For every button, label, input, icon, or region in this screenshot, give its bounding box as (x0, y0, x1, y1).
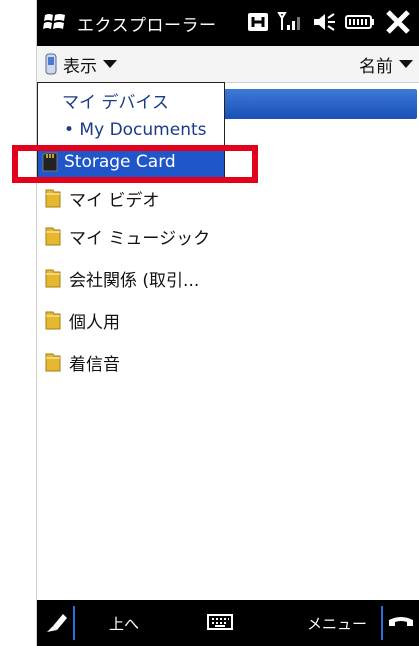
list-item[interactable]: 個人用 (37, 300, 419, 340)
dropdown-item-my-documents[interactable]: • My Documents (38, 115, 224, 145)
app-title: エクスプローラー (77, 16, 217, 36)
dropdown-item-my-device[interactable]: マイ デバイス (38, 85, 224, 115)
list-item[interactable]: 着信音 (37, 342, 419, 382)
chevron-down-icon (399, 60, 413, 68)
view-menu-label: 表示 (63, 56, 97, 77)
list-item[interactable]: マイ ビデオ (37, 178, 419, 218)
windows-logo-icon[interactable] (43, 11, 67, 33)
divider (381, 606, 383, 640)
list-item[interactable]: マイ ミュージック (37, 216, 419, 256)
view-menu-button[interactable]: 表示 (45, 50, 117, 78)
h-icon (248, 13, 268, 31)
dropdown-item-label: • My Documents (64, 120, 207, 140)
dropdown-item-label: マイ デバイス (62, 92, 169, 113)
sort-menu-button[interactable]: 名前 (359, 50, 413, 78)
title-bar: エクスプローラー (37, 0, 419, 46)
speaker-icon (314, 13, 335, 31)
selected-row-highlight (207, 89, 417, 119)
close-icon[interactable] (383, 10, 413, 34)
phone-screen: エクスプローラー 表示 名前 マイ ビデオ マイ ミュージック 会社関係 (取引… (37, 0, 419, 646)
divider (73, 606, 75, 640)
view-bar: 表示 名前 (37, 46, 419, 83)
folder-icon (45, 311, 61, 330)
battery-icon (345, 15, 374, 29)
list-item[interactable]: 会社関係 (取引... (37, 258, 419, 298)
folder-icon (45, 189, 61, 208)
list-item-label: 会社関係 (取引... (69, 270, 200, 291)
pen-icon[interactable] (43, 610, 69, 636)
folder-icon (45, 269, 61, 288)
phone-icon (45, 53, 57, 75)
folder-icon (45, 227, 61, 246)
softkey-menu-button[interactable]: メニュー (307, 613, 367, 634)
phone-hangup-icon[interactable] (387, 614, 415, 632)
sort-menu-label: 名前 (359, 56, 393, 77)
list-item-label: マイ ミュージック (69, 228, 211, 249)
red-highlight-box (12, 145, 258, 183)
list-item-label: 着信音 (69, 354, 120, 375)
folder-icon (45, 353, 61, 372)
chevron-down-icon (103, 60, 117, 68)
list-item-label: 個人用 (69, 312, 120, 333)
bottom-softkey-bar: 上へ メニュー (37, 600, 419, 646)
keyboard-icon[interactable] (207, 614, 233, 630)
list-item-label: マイ ビデオ (69, 190, 160, 211)
signal-icon (277, 12, 300, 30)
softkey-up-button[interactable]: 上へ (109, 613, 139, 634)
